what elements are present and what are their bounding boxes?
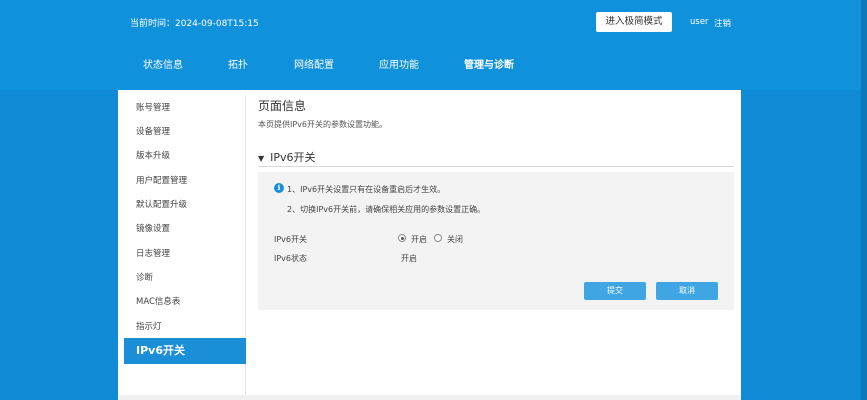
nav-applications[interactable]: 应用功能 [379, 56, 419, 71]
nav-network-config[interactable]: 网络配置 [294, 56, 334, 71]
radio-on[interactable] [398, 234, 406, 242]
sidebar-item-ipv6-switch[interactable]: IPv6开关 [124, 338, 246, 364]
submit-button[interactable]: 提交 [584, 282, 646, 300]
ipv6-status-value: 开启 [401, 254, 417, 263]
ipv6-status-label: IPv6状态 [274, 254, 308, 263]
sidebar-item-default-config[interactable]: 默认配置升级 [124, 194, 246, 216]
page-description: 本页提供IPv6开关的参数设置功能。 [258, 120, 388, 129]
nav-management-diagnosis[interactable]: 管理与诊断 [464, 56, 514, 71]
sidebar-item-account[interactable]: 账号管理 [124, 97, 246, 119]
section-header[interactable]: ▼ IPv6开关 [258, 149, 316, 165]
sidebar-item-log[interactable]: 日志管理 [124, 243, 246, 265]
footer-strip [118, 395, 741, 400]
sidebar-item-mac-table[interactable]: MAC信息表 [124, 291, 246, 313]
nav-topology[interactable]: 拓扑 [228, 56, 248, 71]
sidebar-item-upgrade[interactable]: 版本升级 [124, 145, 246, 167]
triangle-down-icon: ▼ [258, 154, 265, 163]
cancel-button[interactable]: 取消 [656, 282, 718, 300]
sidebar-item-user-config[interactable]: 用户配置管理 [124, 170, 246, 192]
radio-on-label[interactable]: 开启 [411, 234, 427, 245]
section-divider [258, 166, 734, 167]
sidebar-item-diagnosis[interactable]: 诊断 [124, 267, 246, 289]
sidebar-item-mirror[interactable]: 镜像设置 [124, 218, 246, 240]
radio-off[interactable] [434, 234, 442, 242]
top-header [0, 0, 867, 90]
radio-off-label[interactable]: 关闭 [447, 234, 463, 245]
username: user [690, 17, 709, 27]
nav-status-info[interactable]: 状态信息 [143, 56, 183, 71]
page-title: 页面信息 [258, 99, 307, 113]
note-switch-caution: 2、切换IPv6开关前，请确保相关应用的参数设置正确。 [287, 205, 486, 214]
sidebar-item-indicator[interactable]: 指示灯 [124, 316, 246, 338]
logout-link[interactable]: 注销 [714, 17, 731, 29]
current-time: 当前时间：2024-09-08T15:15 [130, 19, 259, 29]
ipv6-switch-label: IPv6开关 [274, 235, 308, 244]
note-restart: 1、IPv6开关设置只有在设备重启后才生效。 [287, 185, 446, 194]
section-title: IPv6开关 [270, 151, 316, 164]
main-nav: 状态信息 拓扑 网络配置 应用功能 管理与诊断 [0, 56, 867, 71]
sidebar: 账号管理 设备管理 版本升级 用户配置管理 默认配置升级 镜像设置 日志管理 诊… [124, 95, 246, 400]
info-icon: i [274, 183, 284, 193]
sidebar-item-device[interactable]: 设备管理 [124, 121, 246, 143]
simple-mode-button[interactable]: 进入极简模式 [596, 12, 672, 32]
